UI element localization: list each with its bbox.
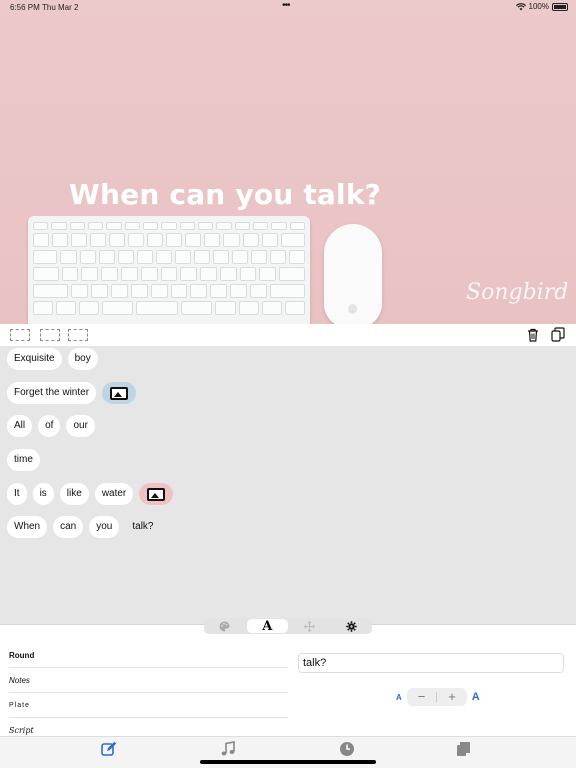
font-option-round[interactable]: Round <box>9 643 288 668</box>
word-chip[interactable]: our <box>66 415 95 437</box>
status-right: 100% <box>515 2 568 11</box>
select-left-icon[interactable] <box>10 329 30 341</box>
word-chip[interactable]: boy <box>67 348 98 370</box>
gear-icon <box>346 620 357 632</box>
editor-mode-segmented: A <box>204 618 372 634</box>
tab-settings[interactable] <box>331 618 373 634</box>
image-chip[interactable] <box>102 382 137 404</box>
multitask-dots-icon[interactable]: ••• <box>282 0 290 11</box>
word-chip[interactable]: All <box>7 415 33 437</box>
move-icon <box>304 620 316 632</box>
documents-tab-icon[interactable] <box>456 741 472 757</box>
word-chip[interactable]: water <box>94 483 134 505</box>
word-chip[interactable]: It <box>7 483 27 505</box>
word-text-field[interactable] <box>298 653 564 673</box>
home-indicator[interactable] <box>200 760 376 764</box>
lyric-line: Exquisite boy <box>7 348 98 370</box>
word-chip[interactable]: of <box>38 415 61 437</box>
lyric-line: It is like water <box>7 483 174 505</box>
image-icon <box>110 386 129 400</box>
font-size-control: A − + A <box>396 688 480 706</box>
text-style-panel: Round Notes Plate Script A − + A <box>0 624 576 743</box>
word-chip-selected[interactable]: talk? <box>125 516 160 538</box>
wifi-icon <box>515 2 526 10</box>
word-chip[interactable]: is <box>32 483 54 505</box>
font-size-stepper: − + <box>406 688 467 706</box>
status-date: Thu Mar 2 <box>42 3 79 12</box>
tab-move[interactable] <box>289 618 331 634</box>
lyric-line: Forget the winter <box>7 382 137 404</box>
select-right-icon[interactable] <box>40 329 60 341</box>
battery-percent: 100% <box>528 2 549 11</box>
word-chip[interactable]: time <box>7 449 40 471</box>
trash-icon[interactable] <box>527 328 539 342</box>
hero-image[interactable]: When can you talk? Songbird <box>0 0 576 324</box>
copy-icon[interactable] <box>551 327 565 342</box>
increase-size-button[interactable]: + <box>437 688 467 706</box>
apple-logo-icon <box>348 304 357 314</box>
lyric-line: time <box>7 449 40 471</box>
image-chip[interactable] <box>139 483 174 505</box>
font-list: Round Notes Plate Script <box>0 643 288 743</box>
selection-toolbar <box>0 324 576 346</box>
status-time: 6:56 PM <box>10 3 40 12</box>
font-size-large-label: A <box>471 691 480 703</box>
mouse-illustration <box>324 224 382 324</box>
watermark-logo: Songbird <box>466 280 569 305</box>
edit-tab-icon[interactable] <box>101 741 117 757</box>
tab-font[interactable]: A <box>246 619 288 634</box>
lyric-line: All of our <box>7 415 95 437</box>
history-tab-icon[interactable] <box>339 741 355 757</box>
lyric-line: When can you talk? <box>7 516 161 538</box>
hero-title: When can you talk? <box>68 178 382 211</box>
font-size-small-label: A <box>396 692 402 702</box>
word-chip[interactable]: Exquisite <box>7 348 62 370</box>
music-tab-icon[interactable] <box>220 741 236 757</box>
battery-icon <box>552 2 568 11</box>
word-chip[interactable]: When <box>7 516 48 538</box>
word-chip[interactable]: Forget the winter <box>7 382 97 404</box>
keyboard-illustration <box>28 216 310 324</box>
tab-color[interactable] <box>204 618 246 634</box>
palette-icon <box>219 620 230 631</box>
lyrics-canvas[interactable]: Exquisite boy Forget the winter All of o… <box>0 346 576 620</box>
font-option-plate[interactable]: Plate <box>9 693 288 718</box>
word-chip[interactable]: like <box>59 483 89 505</box>
select-end-icon[interactable] <box>68 329 88 341</box>
font-option-notes[interactable]: Notes <box>9 668 288 693</box>
word-chip[interactable]: can <box>53 516 84 538</box>
image-icon <box>147 487 166 501</box>
decrease-size-button[interactable]: − <box>407 688 437 706</box>
word-chip[interactable]: you <box>89 516 120 538</box>
status-bar: 6:56 PM Thu Mar 2 ••• 100% <box>0 0 576 14</box>
